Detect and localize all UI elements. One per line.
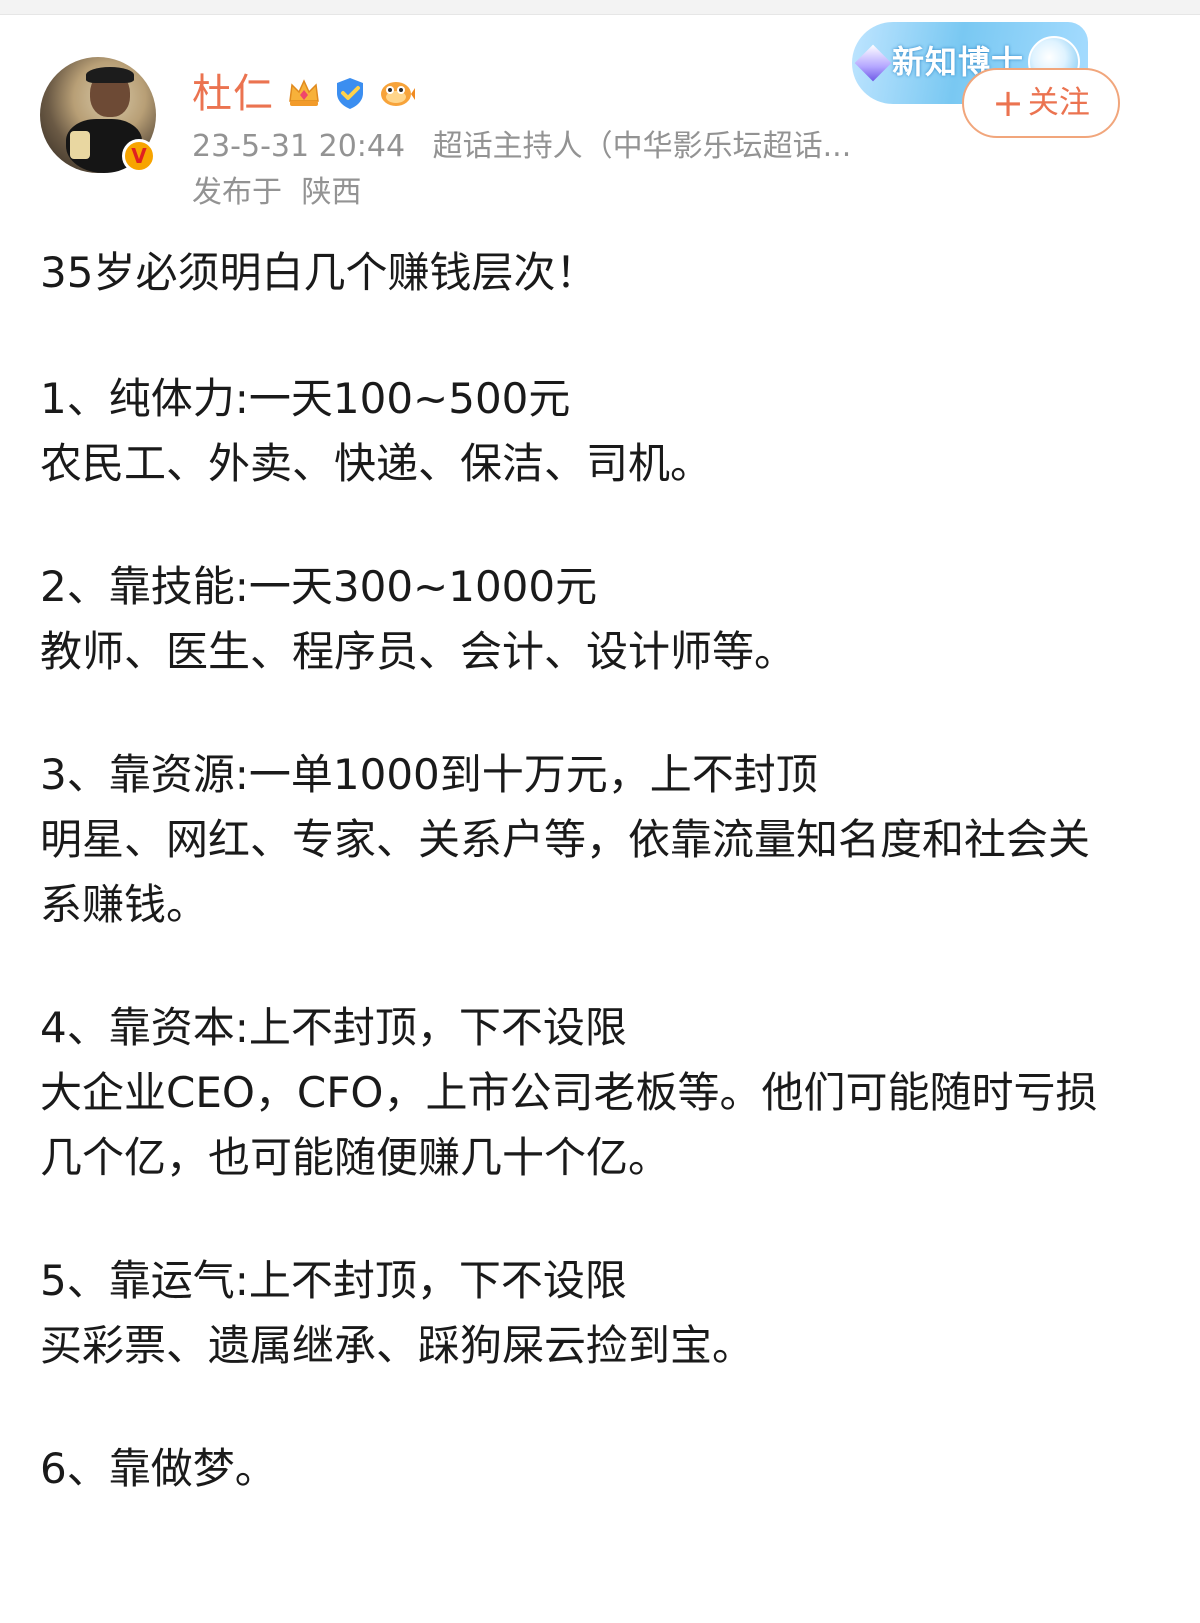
list-item-heading: 3、靠资源:一单1000到十万元，上不封顶 bbox=[40, 750, 818, 799]
gem-icon bbox=[854, 44, 892, 82]
post-meta: 23-5-31 20:44 超话主持人（中华影乐坛超话... bbox=[192, 126, 851, 168]
list-item: 6、靠做梦。 bbox=[40, 1436, 1140, 1501]
list-item: 3、靠资源:一单1000到十万元，上不封顶 明星、网红、专家、关系户等，依靠流量… bbox=[40, 742, 1140, 937]
list-item-detail: 明星、网红、专家、关系户等，依靠流量知名度和社会关系赚钱。 bbox=[40, 815, 1091, 929]
list-item: 2、靠技能:一天300~1000元 教师、医生、程序员、会计、设计师等。 bbox=[40, 554, 1140, 684]
list-item-detail: 买彩票、遗属继承、踩狗屎云捡到宝。 bbox=[40, 1321, 755, 1370]
avatar-cap bbox=[86, 67, 134, 83]
follow-button-label: 关注 bbox=[1027, 85, 1090, 121]
user-role[interactable]: 超话主持人（中华影乐坛超话... bbox=[433, 129, 852, 164]
user-badges bbox=[285, 74, 415, 112]
list-item-heading: 1、纯体力:一天100~500元 bbox=[40, 374, 571, 423]
top-divider bbox=[0, 0, 1200, 15]
list-item-detail: 大企业CEO，CFO，上市公司老板等。他们可能随时亏损几个亿，也可能随便赚几十个… bbox=[40, 1068, 1098, 1182]
list-item-detail: 教师、医生、程序员、会计、设计师等。 bbox=[40, 627, 797, 676]
weibo-post-page: V 杜仁 23-5-31 20:44 超话主持人（中华影乐坛超话... 发布于 … bbox=[0, 0, 1200, 1623]
list-item: 5、靠运气:上不封顶，下不设限 买彩票、遗属继承、踩狗屎云捡到宝。 bbox=[40, 1248, 1140, 1378]
list-item-heading: 4、靠资本:上不封顶，下不设限 bbox=[40, 1003, 627, 1052]
shield-icon bbox=[331, 74, 369, 112]
list-item-detail: 农民工、外卖、快递、保洁、司机。 bbox=[40, 439, 713, 488]
list-item: 4、靠资本:上不封顶，下不设限 大企业CEO，CFO，上市公司老板等。他们可能随… bbox=[40, 995, 1140, 1190]
verified-v-icon: V bbox=[122, 139, 156, 173]
fish-icon bbox=[377, 74, 415, 112]
username[interactable]: 杜仁 bbox=[192, 68, 274, 120]
crown-icon bbox=[285, 74, 323, 112]
list-item-heading: 2、靠技能:一天300~1000元 bbox=[40, 562, 598, 611]
avatar[interactable]: V bbox=[40, 57, 156, 173]
follow-button[interactable]: + 关注 bbox=[962, 68, 1120, 138]
list-item-heading: 6、靠做梦。 bbox=[40, 1444, 277, 1493]
location-prefix: 发布于 bbox=[192, 175, 282, 210]
list-item: 1、纯体力:一天100~500元 农民工、外卖、快递、保洁、司机。 bbox=[40, 366, 1140, 496]
post-body: 35岁必须明白几个赚钱层次！ 1、纯体力:一天100~500元 农民工、外卖、快… bbox=[40, 238, 1140, 1501]
plus-icon: + bbox=[992, 81, 1024, 125]
post-location: 发布于 陕西 bbox=[192, 172, 362, 214]
avatar-glass bbox=[70, 131, 90, 159]
post-title: 35岁必须明白几个赚钱层次！ bbox=[40, 248, 598, 297]
list-item-heading: 5、靠运气:上不封顶，下不设限 bbox=[40, 1256, 627, 1305]
post-timestamp: 23-5-31 20:44 bbox=[192, 129, 406, 164]
location-name: 陕西 bbox=[301, 175, 362, 210]
